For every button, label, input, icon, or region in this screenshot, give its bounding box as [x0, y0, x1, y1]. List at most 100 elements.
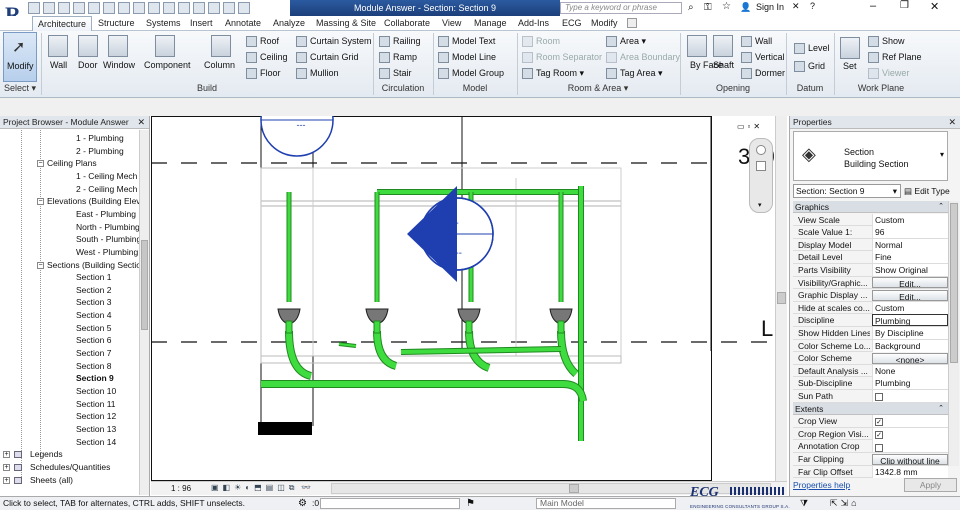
tree-item[interactable]: North - Plumbing — [76, 222, 139, 232]
window-button[interactable]: Window — [103, 60, 135, 70]
tree-item[interactable]: 1 - Plumbing — [76, 133, 139, 143]
search-icon[interactable]: ⌕ — [688, 2, 694, 13]
property-value[interactable] — [872, 390, 948, 402]
tree-item[interactable]: Ceiling Plans — [47, 158, 139, 168]
3d-view-icon[interactable] — [178, 2, 190, 14]
tag-icon[interactable] — [148, 2, 160, 14]
mullion-button[interactable]: Mullion — [296, 68, 339, 80]
curtain-system-button[interactable]: Curtain System — [296, 36, 372, 48]
room-button[interactable]: Room — [522, 36, 560, 48]
curtain-grid-button[interactable]: Curtain Grid — [296, 52, 359, 64]
view-window-controls[interactable]: ▭▫✕ — [737, 122, 763, 131]
tab-modify[interactable]: Modify — [591, 16, 618, 31]
property-value[interactable]: Plumbing — [872, 377, 948, 390]
floor-button[interactable]: Floor — [246, 68, 281, 80]
tree-item[interactable]: Section 11 — [76, 399, 139, 409]
dormer-button[interactable]: Dormer — [741, 68, 785, 80]
tree-item[interactable]: Section 8 — [76, 361, 139, 371]
search-input[interactable]: Type a keyword or phrase — [560, 2, 682, 14]
tree-expander-icon[interactable]: − — [37, 261, 44, 269]
collapse-icon[interactable]: ⌃ — [938, 403, 944, 415]
tree-item[interactable]: Section 4 — [76, 310, 139, 320]
tree-item[interactable]: West - Plumbing — [76, 247, 139, 257]
zoom-icon[interactable] — [756, 161, 766, 171]
tree-item[interactable]: 2 - Plumbing — [76, 146, 139, 156]
show-work-plane-button[interactable]: Show — [868, 36, 905, 48]
user-icon[interactable]: 👤 — [740, 2, 751, 13]
tree-item[interactable]: Elevations (Building Elevation) — [47, 196, 139, 206]
tree-item[interactable]: 2 - Ceiling Mech — [76, 184, 139, 194]
checkbox[interactable] — [875, 443, 883, 452]
tab-massing-site[interactable]: Massing & Site — [316, 16, 376, 31]
tree-expander-icon[interactable]: − — [37, 160, 44, 168]
component-icon[interactable] — [155, 35, 175, 57]
wall-opening-button[interactable]: Wall — [741, 36, 772, 48]
section-view-canvas[interactable]: ------- 300 L ▾ ▭▫✕ — [151, 116, 787, 481]
tree-expander-icon[interactable]: + — [3, 463, 10, 471]
roof-button[interactable]: Roof — [246, 36, 279, 48]
property-button[interactable]: Edit... — [872, 277, 948, 289]
property-value[interactable]: By Discipline — [872, 327, 948, 339]
tab-insert[interactable]: Insert — [190, 16, 213, 31]
property-value[interactable]: 1342.8 mm — [872, 465, 948, 478]
tree-item[interactable]: Section 12 — [76, 411, 139, 421]
tree-item[interactable]: Section 14 — [76, 437, 139, 447]
section-icon[interactable] — [193, 2, 205, 14]
ribbon-toggle-icon[interactable] — [627, 18, 637, 28]
tab-view[interactable]: View — [442, 16, 461, 31]
area-boundary-button[interactable]: Area Boundary — [606, 52, 680, 64]
close-views-icon[interactable] — [223, 2, 235, 14]
property-value[interactable]: Plumbing — [872, 314, 948, 327]
view-vertical-scrollbar[interactable] — [775, 116, 787, 481]
apply-button[interactable]: Apply — [904, 478, 957, 492]
checkbox[interactable] — [875, 393, 883, 402]
tree-item[interactable]: Schedules/Quantities — [30, 462, 139, 472]
tag-room-button[interactable]: Tag Room ▾ — [522, 68, 584, 80]
switch-windows-icon[interactable] — [238, 2, 250, 14]
graphics-section-header[interactable]: Graphics ⌃ — [793, 201, 948, 213]
tree-item[interactable]: Section 5 — [76, 323, 139, 333]
worksets-icon[interactable]: ⚙ — [298, 497, 307, 510]
opening-panel-label[interactable]: Opening — [681, 83, 785, 93]
by-face-icon[interactable] — [687, 35, 707, 57]
grid-button[interactable]: Grid — [794, 61, 825, 73]
viewer-button[interactable]: Viewer — [868, 68, 909, 80]
wall-icon[interactable] — [48, 35, 68, 57]
scrollbar-thumb[interactable] — [141, 240, 148, 330]
tab-systems[interactable]: Systems — [146, 16, 181, 31]
tree-item[interactable]: South - Plumbing — [76, 234, 139, 244]
checkbox[interactable]: ✓ — [875, 431, 883, 440]
tree-item[interactable]: Section 1 — [76, 272, 139, 282]
property-value[interactable]: Custom — [872, 213, 948, 226]
vertical-opening-button[interactable]: Vertical — [741, 52, 785, 64]
door-button[interactable]: Door — [78, 60, 98, 70]
tree-item[interactable]: Section 6 — [76, 335, 139, 345]
tree-expander-icon[interactable]: + — [3, 451, 10, 459]
model-text-button[interactable]: Model Text — [438, 36, 495, 48]
select-panel-label[interactable]: Select ▾ — [4, 83, 40, 94]
property-value[interactable]: ✓ — [872, 415, 948, 428]
view-control-icons[interactable]: ▣◧☀◐⬒▤◫⧉ — [211, 483, 299, 493]
subscription-icon[interactable]: ⚿ — [704, 2, 712, 13]
tab-ecg[interactable]: ECG — [562, 16, 582, 31]
tree-item[interactable]: 1 - Ceiling Mech — [76, 171, 139, 181]
close-icon[interactable]: ✕ — [948, 116, 956, 129]
filter-icon[interactable]: ⧩ — [800, 497, 808, 510]
room-area-panel-label[interactable]: Room & Area ▾ — [518, 83, 678, 94]
redo-icon[interactable] — [88, 2, 100, 14]
tab-annotate[interactable]: Annotate — [225, 16, 261, 31]
open-icon[interactable] — [28, 2, 40, 14]
property-value[interactable] — [872, 440, 948, 453]
tab-structure[interactable]: Structure — [98, 16, 135, 31]
circulation-panel-label[interactable]: Circulation — [374, 83, 432, 93]
properties-scrollbar[interactable] — [948, 201, 959, 466]
dimension-icon[interactable] — [133, 2, 145, 14]
workset-field[interactable] — [320, 498, 460, 509]
property-value[interactable]: Normal — [872, 238, 948, 251]
instance-selector[interactable]: Section: Section 9 ▾ — [793, 184, 901, 198]
print-icon[interactable] — [103, 2, 115, 14]
restore-icon[interactable]: ❐ — [900, 0, 909, 11]
tree-expander-icon[interactable]: + — [3, 476, 10, 484]
type-selector[interactable]: ◈ Section Building Section ▾ — [793, 131, 948, 181]
set-button[interactable]: Set — [843, 61, 857, 71]
